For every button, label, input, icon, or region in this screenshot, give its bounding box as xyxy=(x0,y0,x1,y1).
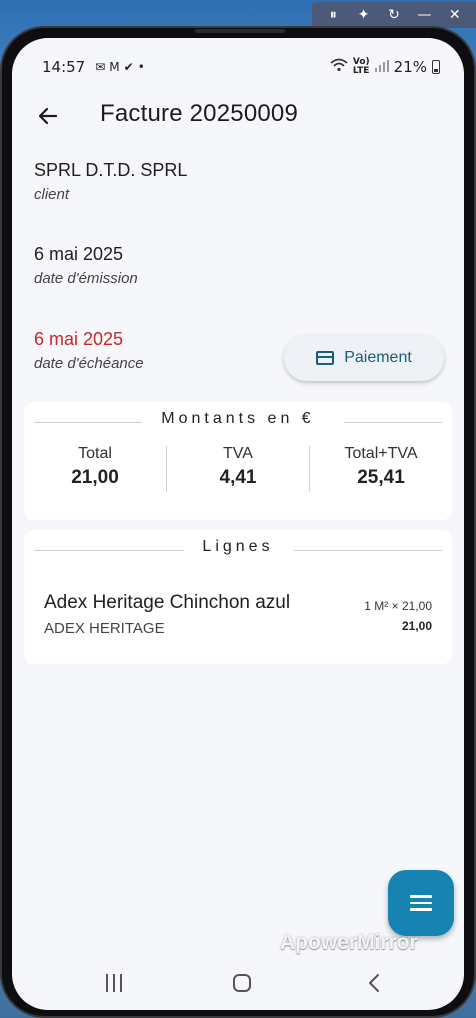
phone-screen: 14:57 ✉ M ✔ • Vo) LTE 21% Facture 202500… xyxy=(12,38,464,1010)
amounts-panel: Montants en € Total 21,00 TVA 4,41 Total… xyxy=(24,402,452,520)
rotate-icon[interactable]: ↻ xyxy=(384,2,404,28)
client-value: SPRL D.T.D. SPRL xyxy=(34,160,188,180)
menu-fab-button[interactable] xyxy=(388,870,454,936)
battery-percent: 21% xyxy=(393,58,427,76)
amounts-title: Montants en € xyxy=(161,410,315,427)
amount-total-value: 21,00 xyxy=(71,467,119,488)
menu-icon-bar xyxy=(410,901,432,905)
due-date-value: 6 mai 2025 xyxy=(34,329,124,349)
close-icon[interactable]: ✕ xyxy=(445,2,465,28)
amount-vat-label: TVA xyxy=(223,445,253,462)
client-label: client xyxy=(34,186,70,203)
check-icon: ✔ xyxy=(123,60,134,74)
network-indicator: Vo) LTE xyxy=(353,58,370,76)
back-chevron-icon[interactable] xyxy=(364,972,386,994)
watermark: ApowerMirror xyxy=(280,931,418,954)
page-title: Facture 20250009 xyxy=(100,100,299,127)
due-date-label: date d'échéance xyxy=(34,355,144,372)
recent-apps-icon[interactable] xyxy=(106,974,126,992)
issue-date-field: 6 mai 2025 date d'émission xyxy=(34,244,138,287)
pin-icon[interactable]: ✦ xyxy=(354,2,374,28)
signal-icon xyxy=(374,58,389,76)
due-date-field: 6 mai 2025 date d'échéance xyxy=(34,329,144,372)
pause-icon[interactable]: ⏸ xyxy=(323,2,343,28)
amount-total-vat: Total+TVA 25,41 xyxy=(310,442,452,506)
battery-icon xyxy=(432,60,440,74)
amount-total-label: Total xyxy=(78,445,112,462)
menu-icon-bar xyxy=(410,908,432,911)
line-item-name: Adex Heritage Chinchon azul xyxy=(44,592,291,613)
line-item-brand: ADEX HERITAGE xyxy=(44,620,165,637)
lines-title: Lignes xyxy=(202,538,274,555)
minimize-icon[interactable]: — xyxy=(414,2,434,28)
home-icon[interactable] xyxy=(233,974,251,992)
issue-date-label: date d'émission xyxy=(34,270,138,287)
amounts-row: Total 21,00 TVA 4,41 Total+TVA 25,41 xyxy=(24,442,452,506)
payment-button[interactable]: Paiement xyxy=(284,335,444,381)
amount-total: Total 21,00 xyxy=(24,442,166,506)
amount-total-vat-value: 25,41 xyxy=(357,467,405,488)
status-time: 14:57 xyxy=(42,58,86,76)
phone-frame: 14:57 ✉ M ✔ • Vo) LTE 21% Facture 202500… xyxy=(0,26,476,1018)
amount-vat-value: 4,41 xyxy=(219,467,257,488)
client-field: SPRL D.T.D. SPRL client xyxy=(34,160,187,203)
line-item-quantity: 1 M² × 21,00 xyxy=(364,599,432,613)
notification-icons: ✉ M ✔ • xyxy=(95,60,145,74)
payment-button-label: Paiement xyxy=(344,349,412,366)
line-item-total: 21,00 xyxy=(401,619,432,633)
lines-header: Lignes xyxy=(24,530,452,570)
app-bar: Facture 20250009 xyxy=(12,90,464,146)
credit-card-icon xyxy=(316,351,335,365)
list-item[interactable]: Adex Heritage Chinchon azul ADEX HERITAG… xyxy=(24,570,452,662)
status-bar: 14:57 ✉ M ✔ • Vo) LTE 21% xyxy=(12,38,464,82)
amounts-header: Montants en € xyxy=(24,402,452,442)
network-bottom-text: LTE xyxy=(352,66,370,76)
status-right: Vo) LTE 21% xyxy=(330,58,440,76)
header-divider-right xyxy=(294,550,442,551)
wifi-icon xyxy=(330,58,348,76)
system-nav-bar xyxy=(12,966,464,1010)
issue-date-value: 6 mai 2025 xyxy=(34,244,124,264)
lines-panel: Lignes Adex Heritage Chinchon azul ADEX … xyxy=(24,530,452,664)
gmail-icon: M xyxy=(109,60,120,74)
mirror-toolbar: ⏸ ✦ ↻ — ✕ xyxy=(312,2,476,28)
menu-icon xyxy=(410,895,432,898)
back-arrow-icon[interactable] xyxy=(36,104,60,128)
dot-icon: • xyxy=(137,60,145,74)
amount-total-vat-label: Total+TVA xyxy=(344,445,418,462)
outlook-icon: ✉ xyxy=(95,60,106,74)
amount-vat: TVA 4,41 xyxy=(167,442,309,506)
header-divider-right xyxy=(344,422,442,423)
speaker-grille xyxy=(195,29,285,33)
